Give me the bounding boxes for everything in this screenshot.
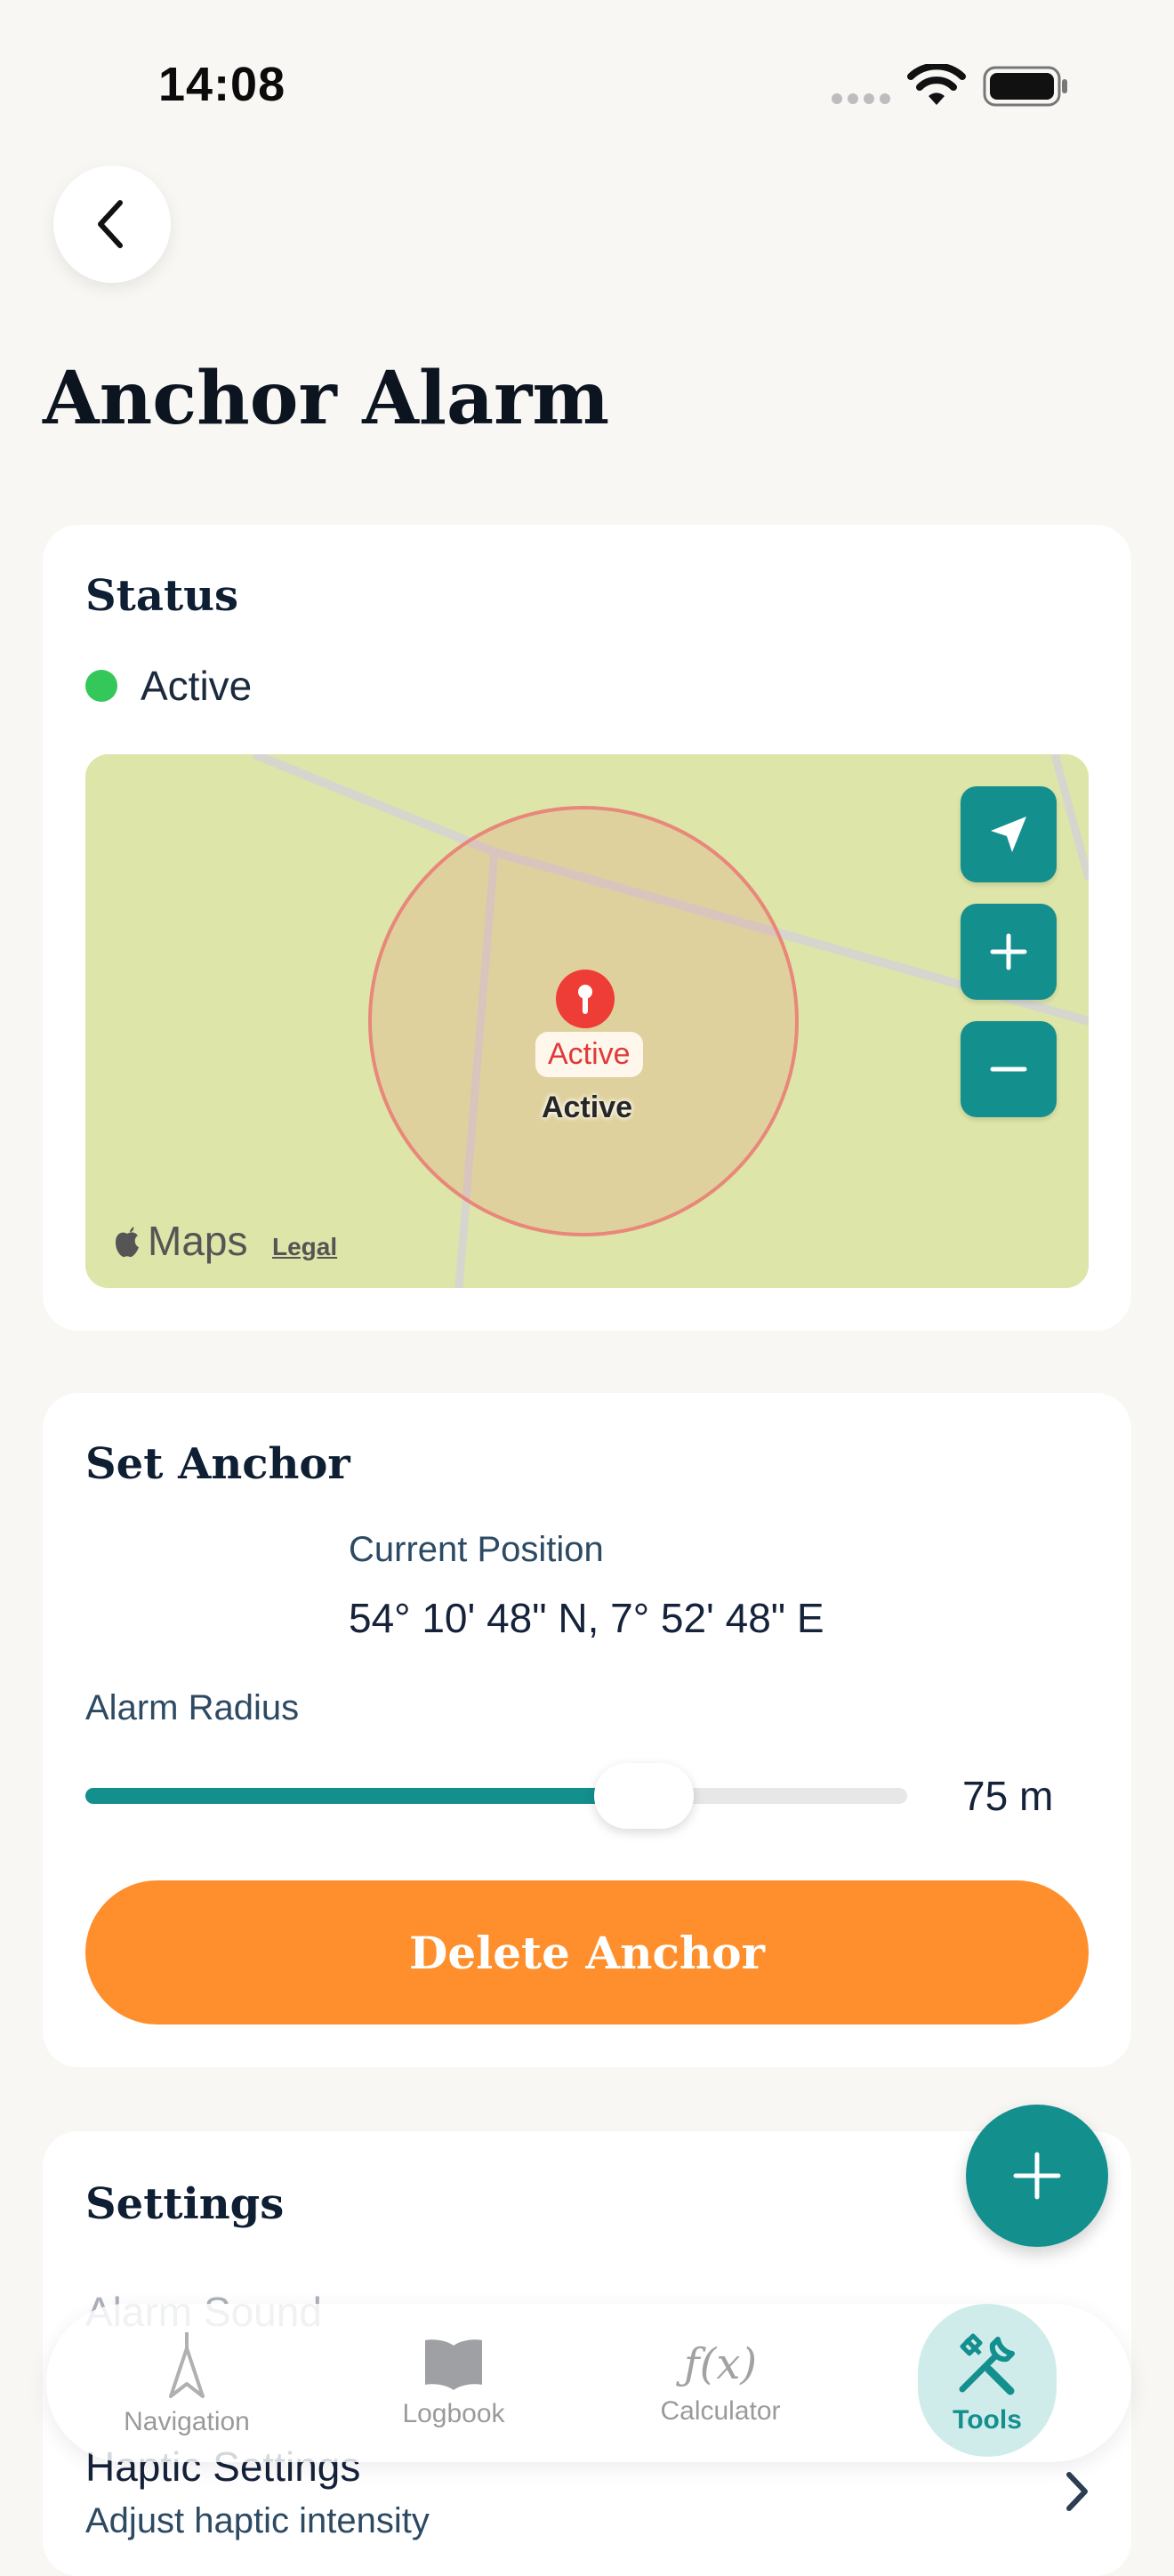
current-position-value: 54° 10' 48" N, 7° 52' 48" E — [349, 1595, 824, 1641]
status-indicator: Active — [85, 662, 252, 710]
status-dot-icon — [85, 670, 117, 702]
page-title: Anchor Alarm — [43, 356, 610, 441]
maps-attribution: Maps — [112, 1217, 247, 1265]
plus-icon — [1013, 2152, 1061, 2200]
haptic-settings-subtitle: Adjust haptic intensity — [85, 2501, 430, 2540]
status-text: Active — [141, 663, 253, 709]
cellular-signal-icon — [832, 93, 890, 104]
alarm-radius-value: 75 m — [962, 1773, 1054, 1819]
tab-navigation[interactable]: Navigation — [98, 2304, 276, 2462]
apple-logo-icon — [116, 1227, 139, 1258]
status-time: 14:08 — [158, 58, 286, 111]
tab-logbook[interactable]: Logbook — [365, 2304, 543, 2462]
book-icon — [425, 2339, 482, 2390]
locate-button[interactable] — [961, 786, 1057, 882]
tools-icon — [959, 2333, 1015, 2395]
chevron-left-icon — [98, 200, 123, 248]
pin-label: Active — [541, 1091, 633, 1124]
alarm-radius-label: Alarm Radius — [85, 1688, 300, 1727]
wifi-icon — [907, 64, 966, 105]
tab-calculator[interactable]: ƒ(x) Calculator — [631, 2304, 809, 2462]
tab-tools[interactable]: Tools — [898, 2304, 1076, 2462]
minus-icon — [990, 1067, 1027, 1072]
maps-legal-link[interactable]: Legal — [272, 1233, 337, 1261]
maps-brand: Maps — [148, 1218, 248, 1264]
battery-icon — [983, 66, 1067, 107]
settings-title: Settings — [85, 2179, 285, 2229]
function-icon: ƒ(x) — [683, 2339, 758, 2389]
tab-tools-label: Tools — [953, 2405, 1022, 2435]
current-position-label: Current Position — [349, 1530, 604, 1569]
set-anchor-title: Set Anchor — [85, 1439, 350, 1489]
alarm-radius-slider-thumb[interactable] — [594, 1763, 694, 1829]
chevron-right-icon[interactable] — [1058, 2469, 1094, 2514]
tab-logbook-label: Logbook — [402, 2399, 505, 2428]
tab-calculator-label: Calculator — [660, 2396, 781, 2426]
pin-status-badge: Active — [535, 1032, 643, 1077]
back-button[interactable] — [53, 165, 171, 283]
navigation-icon — [169, 2332, 205, 2398]
anchor-pin-icon — [556, 970, 615, 1028]
location-arrow-icon — [991, 817, 1026, 852]
zoom-in-button[interactable] — [961, 904, 1057, 1000]
alarm-radius-slider-fill — [85, 1788, 644, 1804]
anchor-map[interactable]: Active Active Maps Legal — [85, 754, 1089, 1288]
status-card-title: Status — [85, 571, 239, 621]
add-fab-button[interactable] — [966, 2105, 1108, 2247]
plus-icon — [990, 933, 1027, 970]
delete-anchor-button[interactable]: Delete Anchor — [85, 1880, 1089, 2025]
zoom-out-button[interactable] — [961, 1021, 1057, 1117]
tab-navigation-label: Navigation — [124, 2407, 250, 2436]
